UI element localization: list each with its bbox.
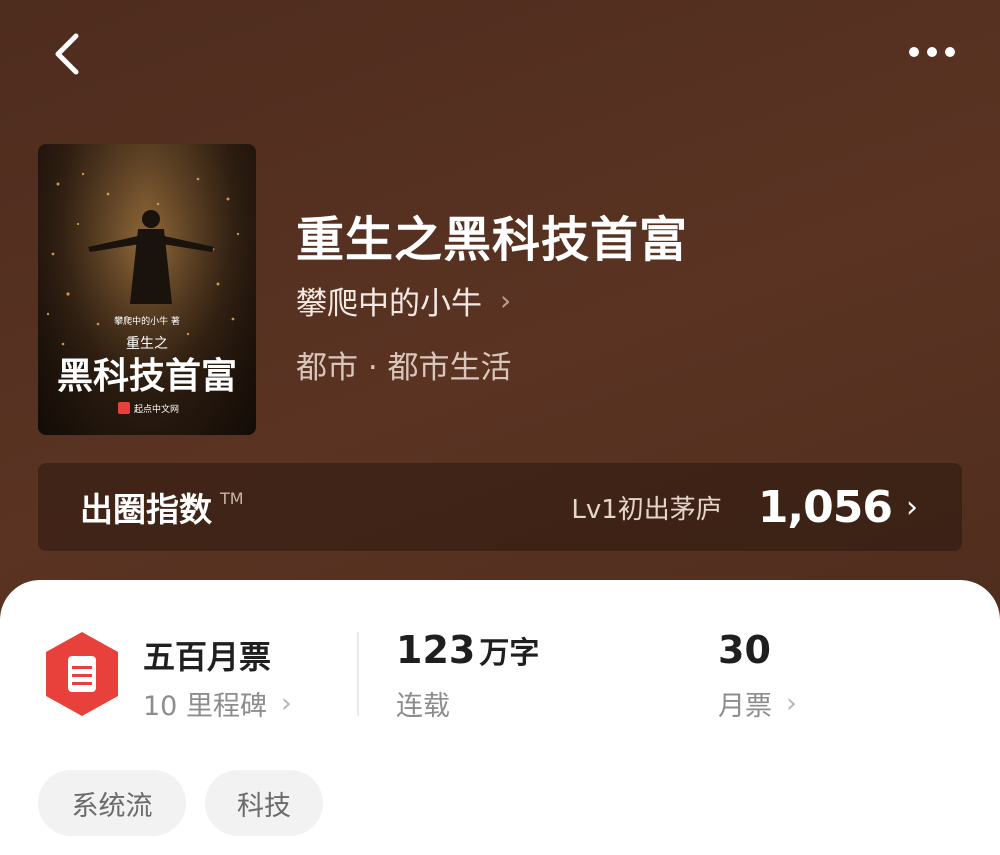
book-genre: 都市 · 都市生活	[296, 350, 512, 386]
milestone-text: 10 里程碑	[143, 691, 267, 722]
book-cover-art: 攀爬中的小牛 著 重生之 黑科技首富 起点中文网	[38, 144, 256, 435]
chevron-left-icon	[55, 33, 79, 75]
chevron-right-icon: ›	[280, 688, 292, 719]
popularity-index-bar[interactable]: 出圈指数 TM Lv1初出茅庐 1,056 ›	[38, 463, 962, 551]
serial-status: 连载	[396, 691, 450, 722]
milestone-link[interactable]: 10 里程碑 ›	[143, 684, 292, 723]
cover-author-text: 攀爬中的小牛 著	[114, 315, 180, 327]
tag-chip[interactable]: 系统流	[38, 770, 186, 836]
author-link[interactable]: 攀爬中的小牛 ›	[296, 278, 511, 323]
chevron-right-icon: ›	[906, 489, 918, 525]
book-title: 重生之黑科技首富	[296, 212, 689, 268]
word-count: 123 万字	[396, 628, 539, 672]
ticket-title: 五百月票	[143, 638, 272, 676]
tag-chip[interactable]: 科技	[205, 770, 323, 836]
cover-subtitle-text: 重生之	[126, 336, 168, 352]
index-level: Lv1初出茅庐	[571, 494, 722, 525]
cover-title-text: 黑科技首富	[57, 355, 237, 397]
chevron-right-icon: ›	[786, 688, 797, 719]
back-button[interactable]	[48, 30, 88, 78]
trademark-mark: TM	[220, 488, 244, 508]
divider	[357, 632, 359, 716]
author-name: 攀爬中的小牛	[296, 286, 482, 322]
index-value: 1,056	[757, 481, 893, 533]
word-count-value: 123	[396, 628, 476, 672]
monthly-ticket-label: 月票	[718, 691, 772, 722]
chevron-right-icon: ›	[500, 284, 512, 317]
cover-publisher-text: 起点中文网	[134, 403, 179, 415]
more-horizontal-icon	[909, 47, 955, 57]
monthly-ticket-count: 30	[718, 628, 771, 672]
monthly-ticket-link[interactable]: 月票 ›	[718, 684, 797, 723]
book-stats-sheet: 五百月票 10 里程碑 › 123 万字 连载 30 月票 › 系统流 科技	[0, 580, 1000, 855]
top-bar	[0, 0, 1000, 110]
index-label: 出圈指数	[80, 490, 212, 529]
word-count-unit: 万字	[479, 636, 540, 671]
more-button[interactable]	[904, 36, 960, 68]
book-cover[interactable]: 攀爬中的小牛 著 重生之 黑科技首富 起点中文网	[38, 144, 256, 435]
ticket-icon	[42, 630, 122, 718]
